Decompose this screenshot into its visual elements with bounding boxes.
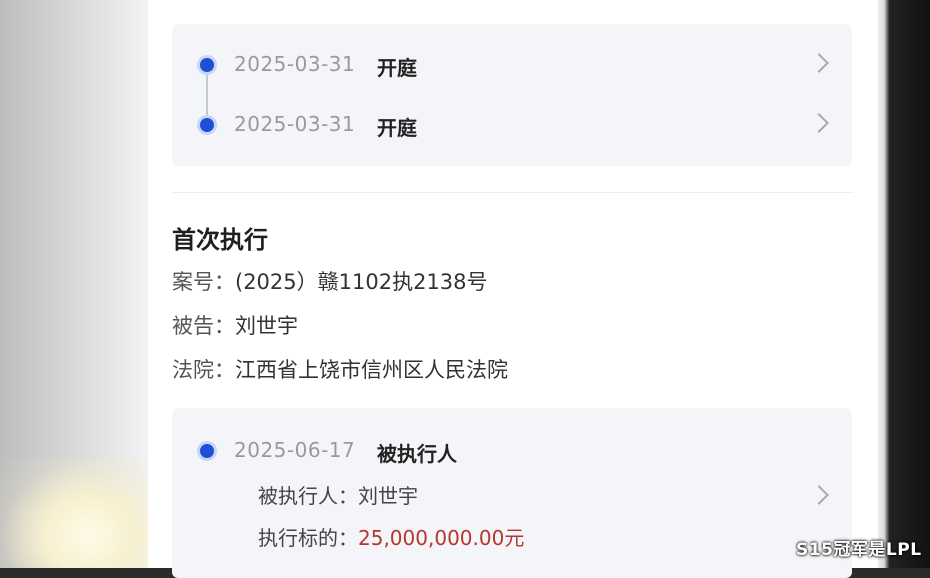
section-title: 首次执行: [172, 226, 268, 254]
hearing-timeline-card: 2025-03-31 开庭 2025-03-31 开庭: [172, 24, 852, 166]
light-glare: [0, 458, 148, 568]
defendant-row: 被告：刘世宇: [172, 310, 298, 340]
timeline-dot-icon: [200, 118, 214, 132]
execution-amount-label: 执行标的：: [258, 526, 358, 550]
chevron-right-icon[interactable]: [809, 485, 829, 505]
timeline-item[interactable]: 2025-06-17 被执行人: [172, 436, 852, 466]
court-value: 江西省上饶市信州区人民法院: [235, 358, 508, 382]
timeline-dot-icon: [200, 58, 214, 72]
executed-person-value: 刘世宇: [358, 484, 418, 508]
case-number-row: 案号：(2025）赣1102执2138号: [172, 266, 488, 296]
defendant-value: 刘世宇: [235, 314, 298, 338]
timeline-label: 开庭: [377, 56, 417, 80]
timeline-label: 开庭: [377, 116, 417, 140]
event-date: 2025-06-17: [234, 438, 356, 462]
case-number-label: 案号：: [172, 270, 235, 294]
timeline-date: 2025-03-31: [234, 52, 356, 76]
executed-person-label: 被执行人：: [258, 484, 358, 508]
timeline-item[interactable]: 2025-03-31 开庭: [172, 110, 852, 140]
execution-event-card[interactable]: 2025-06-17 被执行人 被执行人：刘世宇 执行标的：25,000,000…: [172, 408, 852, 578]
event-label: 被执行人: [377, 442, 457, 466]
background-left: [0, 0, 148, 568]
timeline-dot-icon: [200, 444, 214, 458]
executed-person-row: 被执行人：刘世宇: [258, 480, 418, 509]
timeline-date: 2025-03-31: [234, 112, 356, 136]
court-label: 法院：: [172, 358, 235, 382]
case-number-value: (2025）赣1102执2138号: [235, 270, 488, 294]
chevron-right-icon[interactable]: [809, 113, 829, 133]
background-right: [878, 0, 930, 568]
execution-amount-row: 执行标的：25,000,000.00元: [258, 522, 524, 551]
phone-screen: 2025-03-31 开庭 2025-03-31 开庭 首次执行 案号：(202…: [148, 0, 878, 578]
watermark-text: S15冠军是LPL: [796, 540, 922, 560]
chevron-right-icon[interactable]: [809, 53, 829, 73]
defendant-label: 被告：: [172, 314, 235, 338]
timeline-item[interactable]: 2025-03-31 开庭: [172, 50, 852, 80]
court-row: 法院：江西省上饶市信州区人民法院: [172, 354, 508, 384]
section-divider: [172, 192, 854, 193]
execution-amount-value: 25,000,000.00元: [358, 526, 525, 550]
